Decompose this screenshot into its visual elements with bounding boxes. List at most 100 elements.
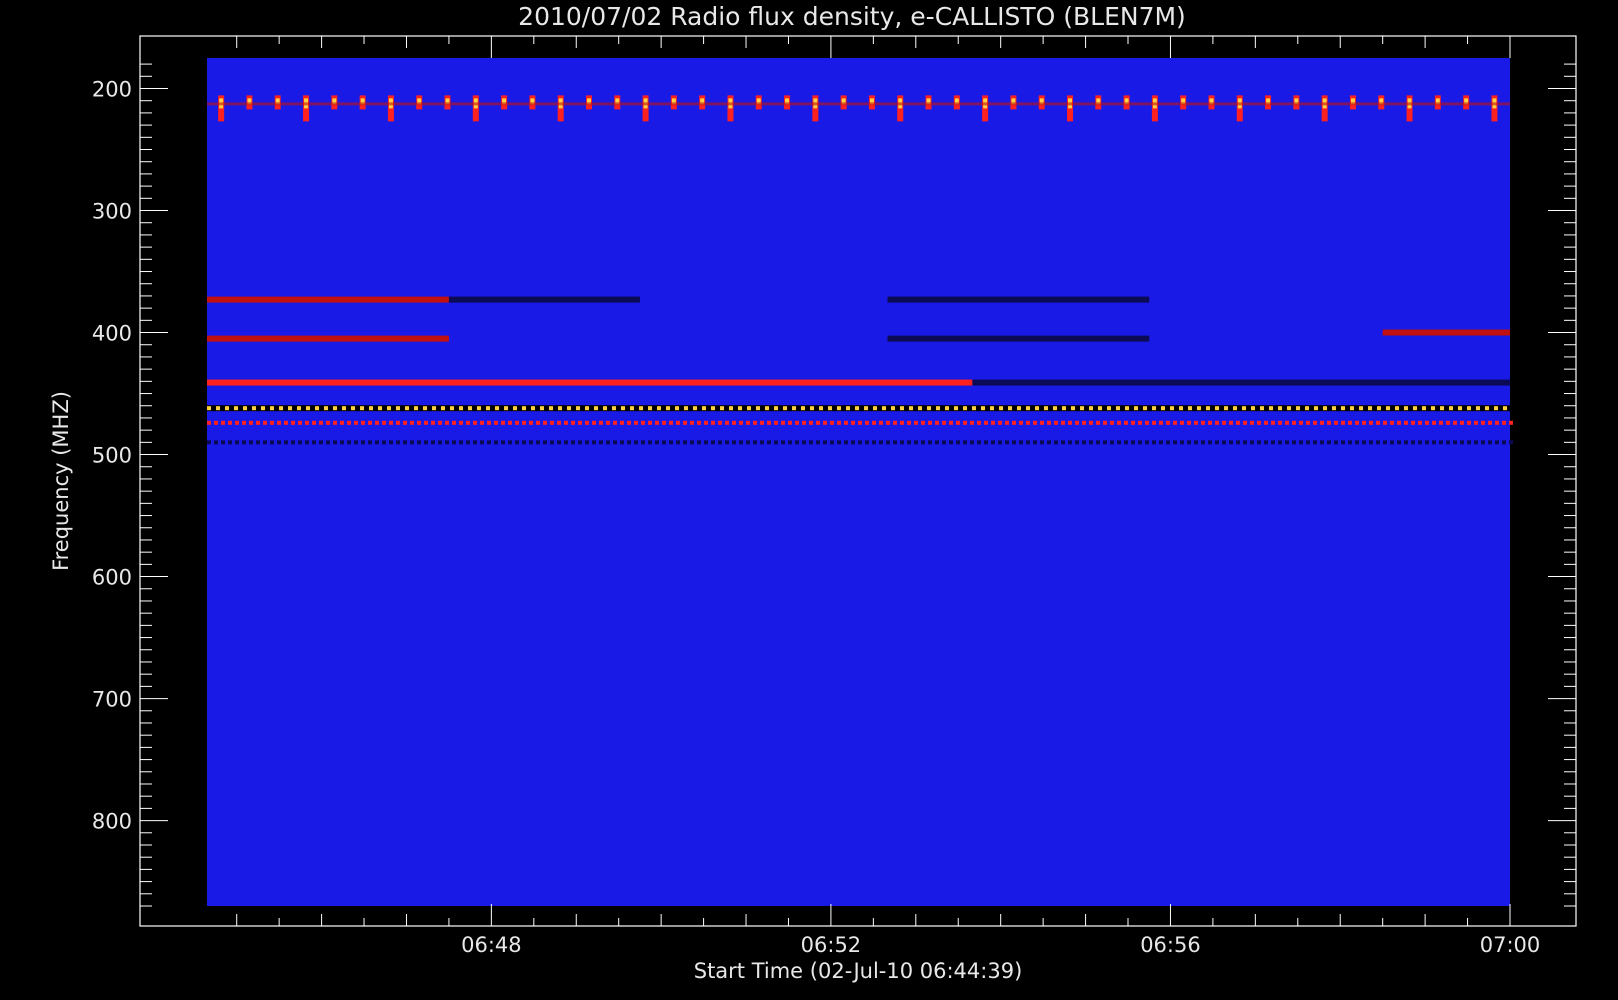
- band-dot: [1376, 420, 1380, 425]
- band-dot: [795, 420, 799, 425]
- band-dot: [585, 406, 589, 411]
- band-dot: [697, 440, 701, 445]
- band-dot: [1187, 440, 1191, 445]
- band-dot: [487, 440, 491, 445]
- band-dot: [718, 420, 722, 425]
- band-dot: [900, 420, 904, 425]
- band-dot: [1107, 406, 1111, 411]
- band-dot: [571, 420, 575, 425]
- band-dot: [1292, 420, 1296, 425]
- band-dot: [578, 440, 582, 445]
- band-dot: [774, 406, 778, 411]
- band-dot: [1467, 440, 1471, 445]
- band-dot: [655, 440, 659, 445]
- band-dot: [368, 440, 372, 445]
- band-dot: [837, 440, 841, 445]
- band-dot: [1208, 420, 1212, 425]
- band-dot: [1446, 420, 1450, 425]
- band-dot: [690, 440, 694, 445]
- band-dot: [1188, 406, 1192, 411]
- band-dot: [494, 420, 498, 425]
- band-dot: [1425, 440, 1429, 445]
- band-dot: [1383, 440, 1387, 445]
- band-dot: [270, 420, 274, 425]
- band-dot: [1082, 440, 1086, 445]
- band-dot: [347, 420, 351, 425]
- band-dot: [1386, 406, 1390, 411]
- band-dot: [207, 440, 211, 445]
- band-dot: [1481, 420, 1485, 425]
- y-tick-label: 300: [92, 200, 132, 224]
- band-dot: [529, 420, 533, 425]
- band-dot: [1257, 440, 1261, 445]
- x-axis-label: Start Time (02-Jul-10 06:44:39): [694, 959, 1023, 983]
- band-dot: [606, 420, 610, 425]
- y-tick-label: 600: [92, 566, 132, 590]
- band-dot: [288, 406, 292, 411]
- band-dot: [333, 440, 337, 445]
- band-dot: [1035, 406, 1039, 411]
- band-dot: [480, 440, 484, 445]
- band-dot: [1124, 440, 1128, 445]
- band-dot: [477, 406, 481, 411]
- spectrogram-chart: 2010/07/02 Radio flux density, e-CALLIST…: [0, 0, 1618, 1000]
- band-dot: [620, 440, 624, 445]
- band-dot: [431, 420, 435, 425]
- band-dot: [1116, 406, 1120, 411]
- band-dot: [711, 420, 715, 425]
- band-dot: [998, 440, 1002, 445]
- band-dot: [504, 406, 508, 411]
- band-dot: [389, 440, 393, 445]
- band-dot: [1264, 420, 1268, 425]
- band-dot: [767, 420, 771, 425]
- band-dot: [592, 420, 596, 425]
- band-dot: [1236, 420, 1240, 425]
- band-dot: [928, 420, 932, 425]
- band-6: [207, 296, 449, 303]
- band-dot: [249, 440, 253, 445]
- band-dot: [1467, 420, 1471, 425]
- band-dot: [261, 406, 265, 411]
- band-dot: [1460, 440, 1464, 445]
- band-dot: [501, 420, 505, 425]
- band-dot: [802, 420, 806, 425]
- band-dot: [879, 440, 883, 445]
- band-dot: [921, 440, 925, 445]
- band-dot: [1159, 420, 1163, 425]
- band-dot: [1180, 440, 1184, 445]
- band-dot: [403, 440, 407, 445]
- band-dot: [445, 440, 449, 445]
- band-dot: [207, 420, 211, 425]
- band-dot: [639, 406, 643, 411]
- band-dot: [927, 406, 931, 411]
- band-dot: [648, 440, 652, 445]
- band-dot: [865, 420, 869, 425]
- band-dot: [513, 406, 517, 411]
- band-dot: [1131, 420, 1135, 425]
- band-dot: [1432, 440, 1436, 445]
- band-dot: [1096, 440, 1100, 445]
- band-dot: [1397, 440, 1401, 445]
- band-dot: [1075, 440, 1079, 445]
- band-dot: [1159, 440, 1163, 445]
- band-dot: [1098, 406, 1102, 411]
- band-dot: [1089, 440, 1093, 445]
- band-dot: [981, 406, 985, 411]
- band-dot: [612, 406, 616, 411]
- band-dot: [1359, 406, 1363, 411]
- band-dot: [252, 406, 256, 411]
- band-dot: [1411, 420, 1415, 425]
- band-dot: [207, 406, 211, 411]
- band-dot: [1080, 406, 1084, 411]
- band-dot: [1292, 440, 1296, 445]
- band-dot: [936, 406, 940, 411]
- band-dot: [945, 406, 949, 411]
- band-dot: [1033, 440, 1037, 445]
- band-dot: [1355, 420, 1359, 425]
- band-dot: [662, 420, 666, 425]
- band-dot: [823, 440, 827, 445]
- band-dot: [242, 440, 246, 445]
- band-dot: [641, 440, 645, 445]
- band-dot: [354, 440, 358, 445]
- band-dot: [1404, 420, 1408, 425]
